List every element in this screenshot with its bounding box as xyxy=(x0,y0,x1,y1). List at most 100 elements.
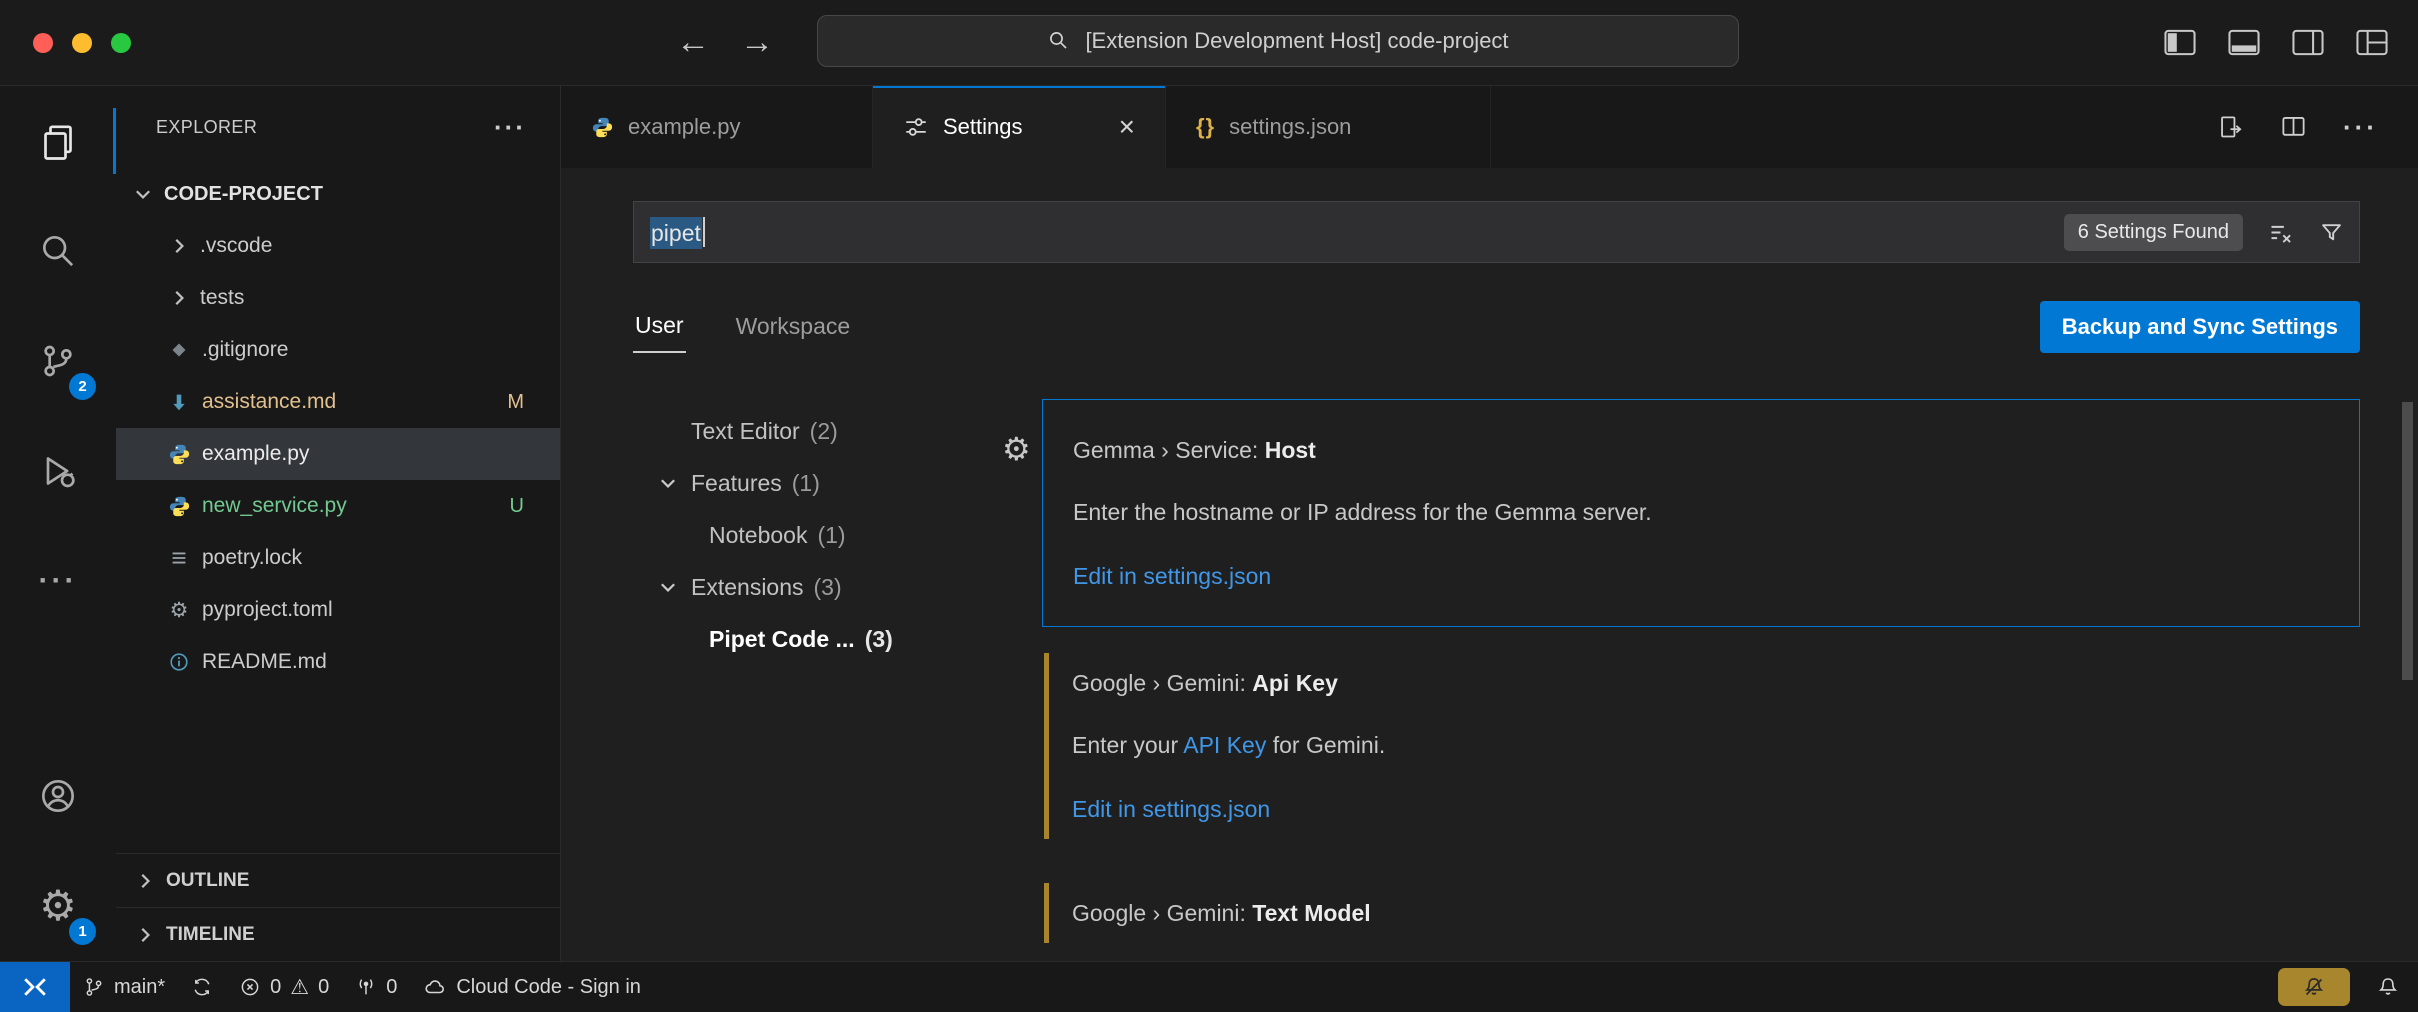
branch-indicator[interactable]: main* xyxy=(70,962,178,1012)
close-tab-icon[interactable]: × xyxy=(1119,113,1135,141)
activity-run-debug-button[interactable] xyxy=(0,416,116,526)
explorer-more-actions-icon[interactable]: ··· xyxy=(494,112,526,143)
open-settings-json-icon[interactable] xyxy=(2217,114,2244,141)
setting-edit-gear-icon[interactable]: ⚙ xyxy=(1002,433,1031,465)
window-title: [Extension Development Host] code-projec… xyxy=(1085,28,1508,54)
errors-count: 0 xyxy=(270,976,281,999)
cloud-code-label: Cloud Code - Sign in xyxy=(456,976,641,999)
activity-bar: 2 ··· ⚙ xyxy=(0,86,116,961)
toc-features[interactable]: Features (1) xyxy=(633,457,1039,509)
activity-more-button[interactable]: ··· xyxy=(0,526,116,636)
setting-description: Enter your API Key for Gemini. xyxy=(1072,727,2330,763)
errors-icon xyxy=(239,976,261,998)
chevron-down-icon xyxy=(655,470,681,496)
setting-title: Google › Gemini: Text Model xyxy=(1072,895,2330,931)
tree-folder-tests[interactable]: tests xyxy=(116,272,560,324)
setting-google-gemini-text-model[interactable]: Google › Gemini: Text Model xyxy=(1042,879,2360,947)
edit-in-settings-json-link[interactable]: Edit in settings.json xyxy=(1073,558,1271,594)
close-window-button[interactable] xyxy=(33,33,53,53)
file-name: new_service.py xyxy=(202,494,347,518)
toc-text-editor[interactable]: Text Editor (2) xyxy=(633,405,1039,457)
activity-search-button[interactable] xyxy=(0,196,116,306)
tree-file-example-py[interactable]: example.py xyxy=(116,428,560,480)
activity-source-control-button[interactable]: 2 xyxy=(0,306,116,416)
scope-tab-user[interactable]: User xyxy=(633,302,686,353)
command-center[interactable]: [Extension Development Host] code-projec… xyxy=(817,15,1739,67)
tree-file-pyproject-toml[interactable]: ⚙ pyproject.toml xyxy=(116,584,560,636)
customize-layout-icon[interactable] xyxy=(2356,29,2388,56)
root-folder-name: CODE-PROJECT xyxy=(164,183,323,206)
settings-search-input[interactable]: pipet 6 Settings Found xyxy=(633,201,2360,263)
scope-tab-workspace[interactable]: Workspace xyxy=(734,303,853,352)
traffic-lights xyxy=(33,0,131,85)
toggle-primary-sidebar-icon[interactable] xyxy=(2164,29,2196,56)
tab-label: Settings xyxy=(943,114,1023,140)
warnings-icon: ⚠ xyxy=(290,977,309,998)
explorer-title: EXPLORER xyxy=(156,117,257,138)
history-navigation: ← → xyxy=(672,23,778,62)
setting-google-gemini-api-key[interactable]: Google › Gemini: Api Key Enter your API … xyxy=(1042,649,2360,843)
git-branch-icon xyxy=(83,976,105,998)
toggle-secondary-sidebar-icon[interactable] xyxy=(2292,29,2324,56)
tab-label: example.py xyxy=(628,114,741,140)
split-editor-icon[interactable] xyxy=(2280,114,2307,141)
files-icon xyxy=(38,121,78,161)
explorer-header: EXPLORER ··· xyxy=(116,86,560,168)
tree-file-poetry-lock[interactable]: poetry.lock xyxy=(116,532,560,584)
problems-indicator[interactable]: 0 ⚠ 0 xyxy=(226,962,342,1012)
folder-name: tests xyxy=(200,286,244,310)
tab-settings[interactable]: Settings × xyxy=(873,86,1166,168)
outline-section-header[interactable]: OUTLINE xyxy=(116,853,560,907)
edit-in-settings-json-link[interactable]: Edit in settings.json xyxy=(1072,791,1270,827)
timeline-section-header[interactable]: TIMELINE xyxy=(116,907,560,961)
back-arrow-icon[interactable]: ← xyxy=(672,23,714,62)
python-file-icon xyxy=(591,116,614,139)
notifications-bell-icon[interactable] xyxy=(2376,975,2400,999)
tree-root-folder[interactable]: CODE-PROJECT xyxy=(116,168,560,220)
setting-description: Enter the hostname or IP address for the… xyxy=(1073,494,2329,530)
scm-changes-badge: 2 xyxy=(69,373,96,400)
markdown-file-icon xyxy=(166,389,192,415)
git-status-badge-untracked: U xyxy=(510,495,560,518)
toggle-panel-icon[interactable] xyxy=(2228,29,2260,56)
manage-badge: 1 xyxy=(69,918,96,945)
search-value: pipet xyxy=(650,217,705,247)
tree-file-gitignore[interactable]: .gitignore xyxy=(116,324,560,376)
settings-scope-row: User Workspace Backup and Sync Settings xyxy=(633,297,2360,357)
filter-funnel-icon[interactable] xyxy=(2318,219,2345,246)
activity-accounts-button[interactable] xyxy=(0,741,116,851)
bell-slash-icon xyxy=(2302,975,2326,999)
tree-file-assistance-md[interactable]: assistance.md M xyxy=(116,376,560,428)
search-icon xyxy=(38,231,78,271)
clear-search-filters-icon[interactable] xyxy=(2267,219,2294,246)
settings-toc: Text Editor (2) Features (1) Notebook xyxy=(633,387,1039,947)
setting-gemma-service-host[interactable]: Gemma › Service: Host Enter the hostname… xyxy=(1042,399,2360,627)
backup-sync-settings-button[interactable]: Backup and Sync Settings xyxy=(2040,301,2360,353)
scrollbar-thumb[interactable] xyxy=(2402,402,2413,680)
more-actions-icon[interactable]: ··· xyxy=(2343,112,2378,143)
notifications-muted-pill[interactable] xyxy=(2278,968,2350,1006)
forward-arrow-icon[interactable]: → xyxy=(736,23,778,62)
activity-manage-button[interactable]: ⚙ 1 xyxy=(0,851,116,961)
activity-explorer-button[interactable] xyxy=(0,86,116,196)
toc-pipet-code[interactable]: Pipet Code ... (3) xyxy=(633,613,1039,665)
toc-notebook[interactable]: Notebook (1) xyxy=(633,509,1039,561)
settings-list: ⚙ Gemma › Service: Host Enter the hostna… xyxy=(1042,399,2360,947)
tree-folder-vscode[interactable]: .vscode xyxy=(116,220,560,272)
toc-extensions[interactable]: Extensions (3) xyxy=(633,561,1039,613)
tree-file-readme-md[interactable]: README.md xyxy=(116,636,560,688)
warnings-count: 0 xyxy=(318,976,329,999)
tab-settings-json[interactable]: {} settings.json xyxy=(1166,86,1491,168)
zoom-window-button[interactable] xyxy=(111,33,131,53)
minimize-window-button[interactable] xyxy=(72,33,92,53)
tab-example-py[interactable]: example.py xyxy=(561,86,873,168)
ports-count: 0 xyxy=(386,976,397,999)
cloud-code-indicator[interactable]: Cloud Code - Sign in xyxy=(410,962,654,1012)
ports-indicator[interactable]: 0 xyxy=(342,962,410,1012)
activity-bar-spacer xyxy=(0,636,116,741)
sync-changes-indicator[interactable] xyxy=(178,962,226,1012)
remote-indicator[interactable] xyxy=(0,962,70,1012)
more-icon: ··· xyxy=(39,564,78,598)
api-key-link[interactable]: API Key xyxy=(1183,732,1266,758)
tree-file-new-service-py[interactable]: new_service.py U xyxy=(116,480,560,532)
